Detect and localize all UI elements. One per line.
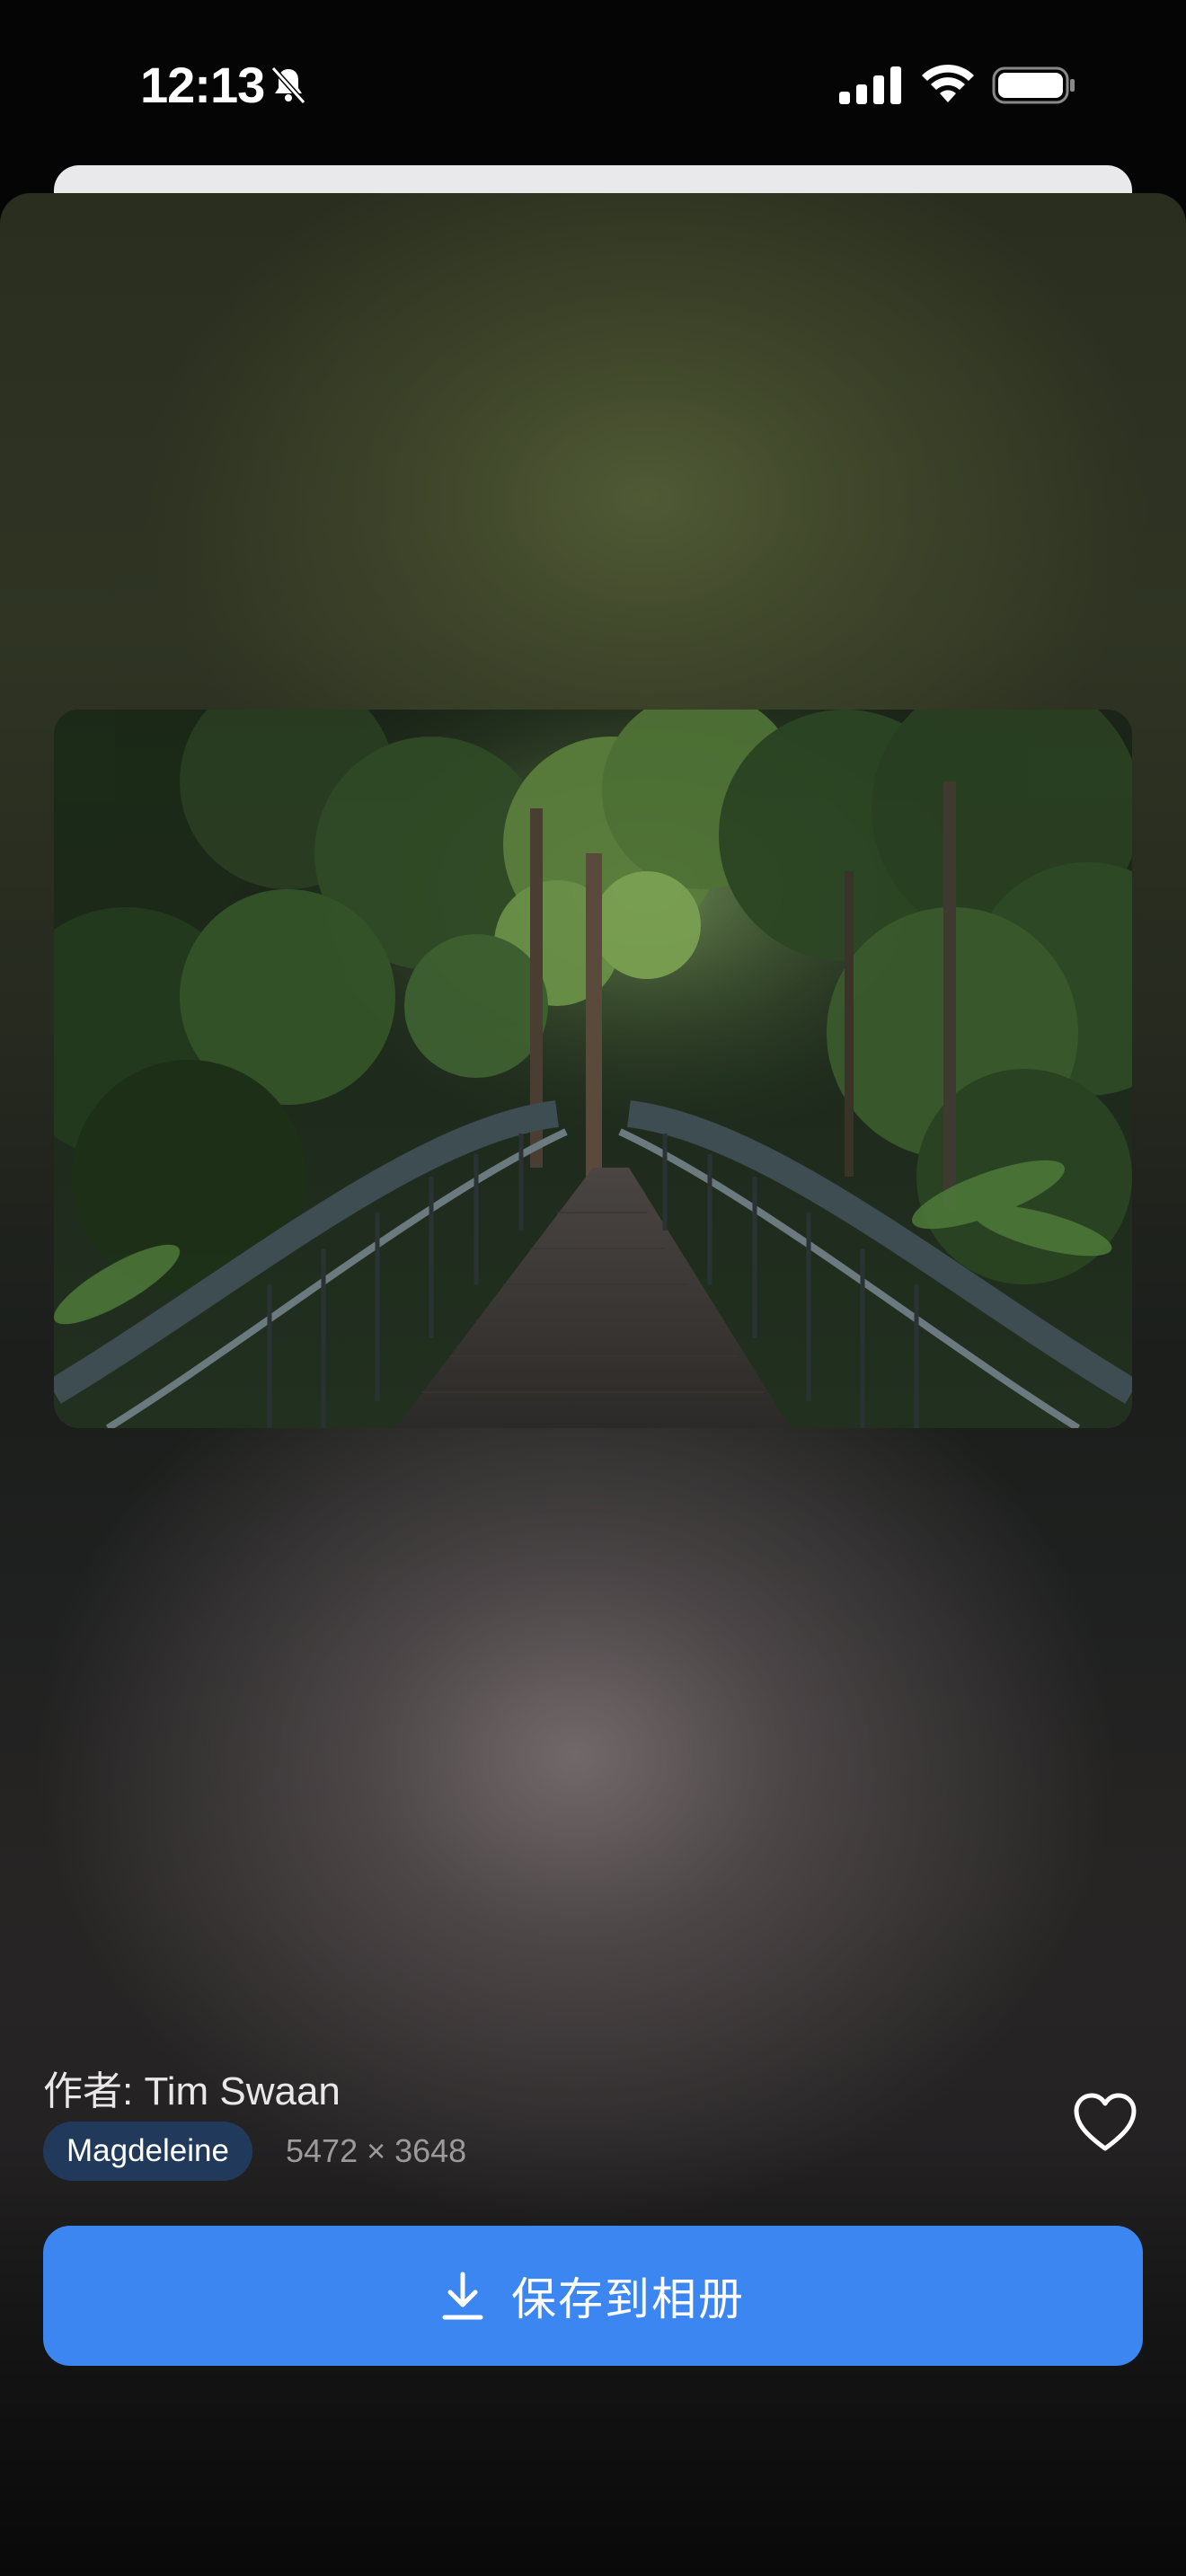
source-badge[interactable]: Magdeleine [43, 2122, 252, 2181]
status-time: 12:13 [140, 57, 265, 113]
download-icon [442, 2272, 483, 2320]
forest-bridge-image [54, 710, 1132, 1428]
heart-icon [1074, 2093, 1137, 2151]
image-dimensions: 5472 × 3648 [286, 2132, 467, 2169]
bell-slash-icon [270, 66, 306, 105]
author-label: 作者: Tim Swaan [43, 2069, 341, 2113]
status-bar: 12:13 [0, 0, 1186, 171]
wifi-icon [922, 64, 974, 102]
screen: 12:13 作者: Tim Swaan Magdeleine 5472 × 36… [0, 0, 1186, 2576]
save-to-album-button[interactable]: 保存到相册 [43, 2226, 1143, 2366]
photo-preview [54, 710, 1132, 1428]
battery-icon [992, 66, 1075, 104]
photo-detail-sheet [0, 193, 1186, 2576]
cellular-signal-icon [839, 66, 901, 104]
save-button-label: 保存到相册 [511, 2274, 745, 2325]
favorite-button[interactable] [1073, 2093, 1137, 2152]
